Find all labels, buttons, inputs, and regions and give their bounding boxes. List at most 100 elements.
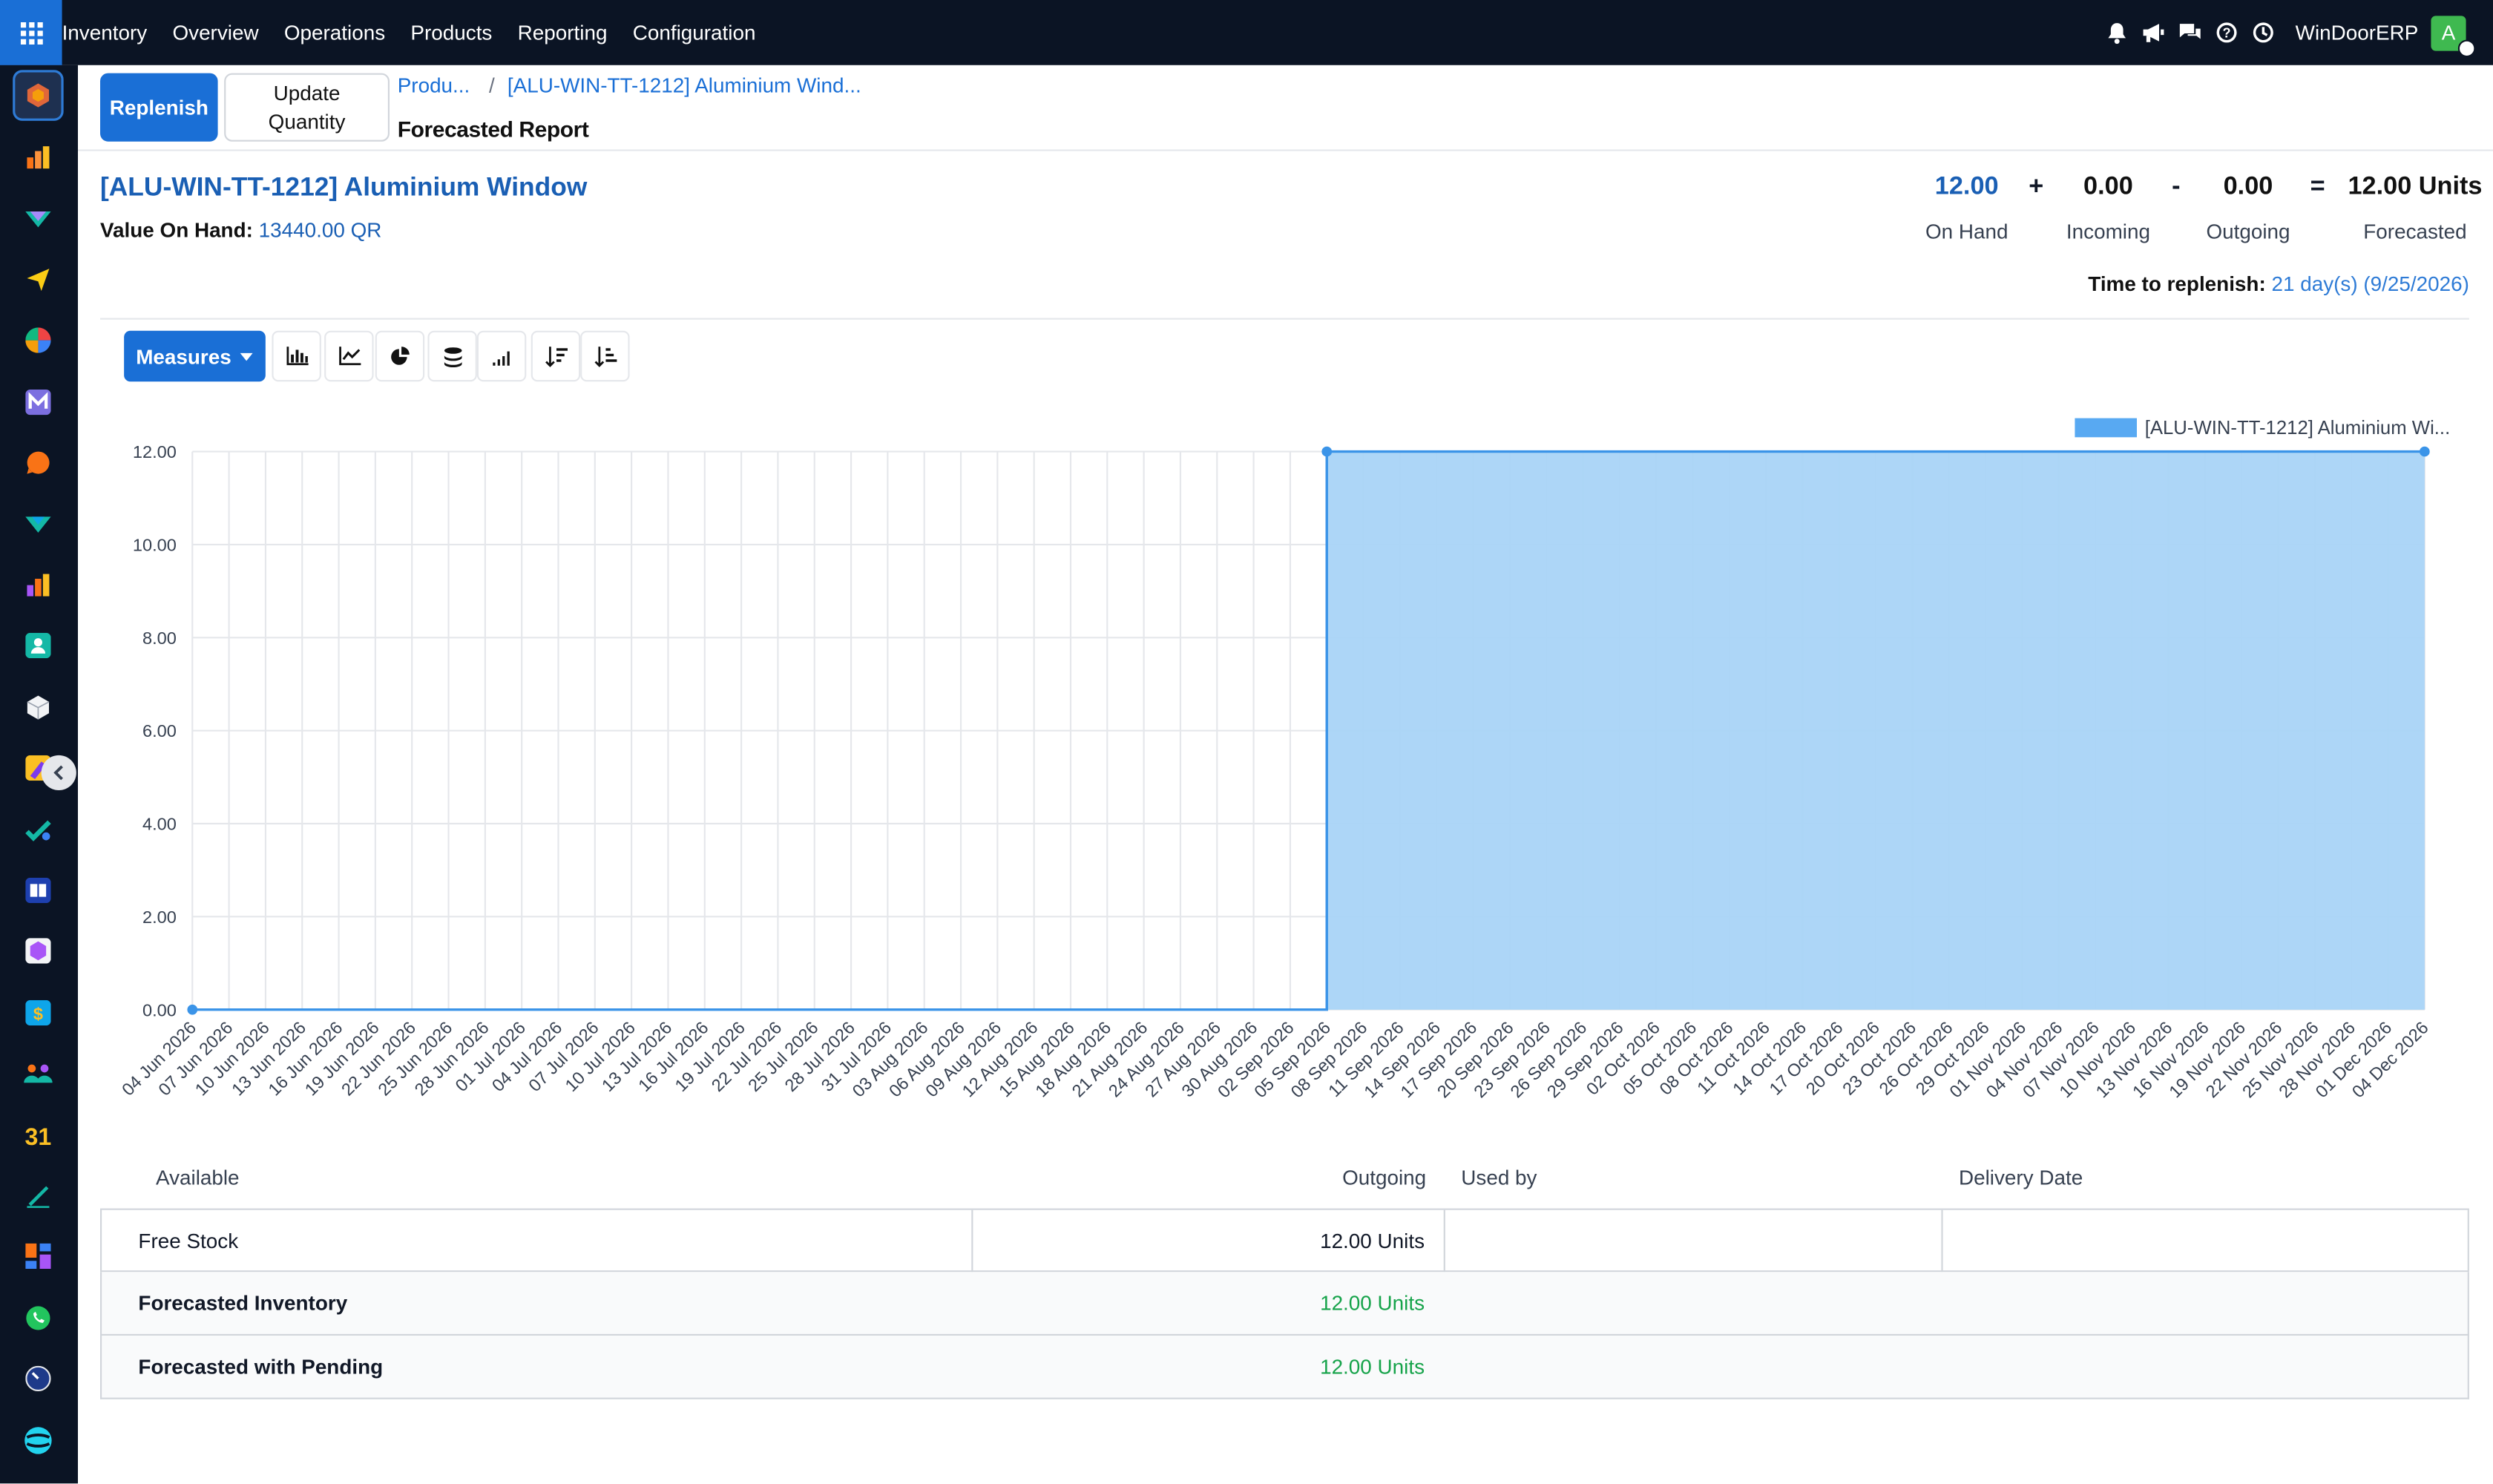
breadcrumb-separator: / xyxy=(488,73,495,97)
minus-operator: - xyxy=(2172,173,2181,200)
mail-app-icon[interactable] xyxy=(13,377,64,428)
cumulative-button[interactable] xyxy=(476,330,527,382)
update-quantity-label: Update Quantity xyxy=(268,80,346,133)
line-chart-button[interactable] xyxy=(324,330,374,382)
replenish-button[interactable]: Replenish xyxy=(100,73,218,142)
header-available: Available xyxy=(156,1165,240,1189)
product-title-link[interactable]: [ALU-WIN-TT-1212] Aluminium Window xyxy=(100,174,587,204)
user-avatar[interactable]: A xyxy=(2431,15,2476,57)
dashboards-app-icon[interactable] xyxy=(13,1231,64,1282)
forecasted-pending-value: 12.00 Units xyxy=(1320,1354,1425,1379)
plus-operator: + xyxy=(2029,173,2044,200)
update-quantity-button[interactable]: Update Quantity xyxy=(224,73,390,142)
website-app-icon[interactable] xyxy=(13,1415,64,1466)
table-row-forecasted-inventory: Forecasted Inventory 12.00 Units xyxy=(100,1272,2469,1336)
page-title: Forecasted Report xyxy=(397,116,589,142)
time-to-replenish: Time to replenish: 21 day(s) (9/25/2026) xyxy=(2088,272,2469,295)
planning-app-icon[interactable] xyxy=(13,804,64,856)
product-app-icon[interactable] xyxy=(13,682,64,733)
menu-overview[interactable]: Overview xyxy=(160,21,271,45)
kpi-outgoing: 0.00 Outgoing xyxy=(2202,174,2294,243)
help-icon[interactable]: ? xyxy=(2209,15,2244,50)
pie-chart-button[interactable] xyxy=(375,330,425,382)
sign-app-icon[interactable] xyxy=(13,1170,64,1221)
forecasted-inventory-label: Forecasted Inventory xyxy=(138,1291,348,1316)
outgoing-value: 0.00 xyxy=(2223,173,2273,200)
timer-app-icon[interactable] xyxy=(13,1353,64,1405)
svg-text:31: 31 xyxy=(25,1123,52,1148)
status-dot xyxy=(2457,39,2476,57)
discuss-app-icon[interactable] xyxy=(13,437,64,488)
forecasted-inventory-value: 12.00 Units xyxy=(1320,1291,1425,1316)
equals-operator: = xyxy=(2310,173,2325,200)
menu-products[interactable]: Products xyxy=(398,21,505,45)
knowledge-app-icon[interactable] xyxy=(13,865,64,916)
chart-legend[interactable]: [ALU-WIN-TT-1212] Aluminium Wi... xyxy=(2075,416,2450,439)
calendar-app-icon[interactable]: 31 xyxy=(13,1110,64,1161)
grid-icon xyxy=(19,21,42,44)
forecasted-label: Forecasted xyxy=(2363,219,2467,243)
kpi-forecasted: 12.00 Units Forecasted xyxy=(2344,174,2487,243)
sales-app-icon[interactable] xyxy=(13,132,64,183)
bar-chart-button[interactable] xyxy=(272,330,321,382)
sidebar-collapse-button[interactable] xyxy=(41,755,76,790)
value-on-hand-label: Value On Hand: xyxy=(100,217,253,242)
cell-divider xyxy=(1443,1209,1445,1273)
free-stock-label: Free Stock xyxy=(138,1229,239,1253)
breadcrumb-products-link[interactable]: Produ... xyxy=(398,73,470,97)
stacked-icon xyxy=(443,347,462,367)
purchase-app-icon[interactable] xyxy=(13,192,64,243)
reporting-app-icon[interactable] xyxy=(13,559,64,611)
inventory-app-icon[interactable] xyxy=(13,70,64,121)
apps-menu-button[interactable] xyxy=(0,0,62,65)
chevron-left-icon xyxy=(53,765,63,781)
line-chart-icon xyxy=(338,347,361,366)
employees-app-icon[interactable] xyxy=(13,1048,64,1099)
data-point xyxy=(1321,446,1333,457)
stacked-button[interactable] xyxy=(427,330,477,382)
menu-operations[interactable]: Operations xyxy=(272,21,398,45)
svg-text:$: $ xyxy=(33,1005,43,1024)
top-navbar: Inventory Overview Operations Products R… xyxy=(0,0,2493,65)
systray: ? WinDoorERP A xyxy=(2098,0,2493,65)
sort-descending-button[interactable] xyxy=(531,330,581,382)
menu-inventory[interactable]: Inventory xyxy=(62,21,160,45)
pos-app-icon[interactable] xyxy=(13,315,64,366)
contacts-app-icon[interactable] xyxy=(13,620,64,672)
forecast-chart: 0.002.004.006.008.0010.0012.0004 Jun 202… xyxy=(118,442,2432,1101)
caret-down-icon xyxy=(240,352,254,361)
sort-ascending-icon xyxy=(594,346,617,367)
value-on-hand: Value On Hand: 13440.00 QR xyxy=(100,218,381,242)
whatsapp-app-icon[interactable] xyxy=(13,1293,64,1344)
y-tick-label: 2.00 xyxy=(142,907,177,927)
y-tick-label: 10.00 xyxy=(133,536,177,555)
manufacturing-app-icon[interactable] xyxy=(13,498,64,549)
kpi-on-hand[interactable]: 12.00 On Hand xyxy=(1925,174,2008,243)
company-switcher[interactable]: WinDoorERP xyxy=(2296,21,2419,45)
bell-icon[interactable] xyxy=(2099,15,2134,50)
cell-divider xyxy=(1941,1209,1943,1273)
sort-descending-icon xyxy=(545,346,567,367)
package-app-icon[interactable] xyxy=(13,925,64,976)
y-tick-label: 12.00 xyxy=(133,442,177,462)
measures-label: Measures xyxy=(136,344,231,369)
megaphone-icon[interactable] xyxy=(2135,15,2170,50)
main-menu: Inventory Overview Operations Products R… xyxy=(62,0,769,65)
menu-configuration[interactable]: Configuration xyxy=(620,21,769,45)
sort-ascending-button[interactable] xyxy=(580,330,630,382)
measures-dropdown[interactable]: Measures xyxy=(124,330,266,382)
table-header: Available Outgoing Used by Delivery Date xyxy=(100,1145,2469,1209)
forecasted-value: 12.00 Units xyxy=(2348,173,2483,200)
breadcrumb: Produ... / [ALU-WIN-TT-1212] Aluminium Win… xyxy=(398,73,861,97)
send-app-icon[interactable] xyxy=(13,255,64,306)
accounting-app-icon[interactable]: $ xyxy=(13,988,64,1039)
breadcrumb-product-link[interactable]: [ALU-WIN-TT-1212] Aluminium Wind... xyxy=(508,73,861,97)
cell-divider xyxy=(971,1209,973,1273)
menu-reporting[interactable]: Reporting xyxy=(505,21,620,45)
clock-icon[interactable] xyxy=(2245,15,2280,50)
svg-text:?: ? xyxy=(2222,26,2230,41)
control-panel: Replenish Update Quantity Produ... / [ALU-… xyxy=(78,65,2493,151)
y-tick-label: 6.00 xyxy=(142,721,177,741)
chat-icon[interactable] xyxy=(2172,15,2207,50)
app-sidebar: $ 31 xyxy=(0,65,78,1484)
